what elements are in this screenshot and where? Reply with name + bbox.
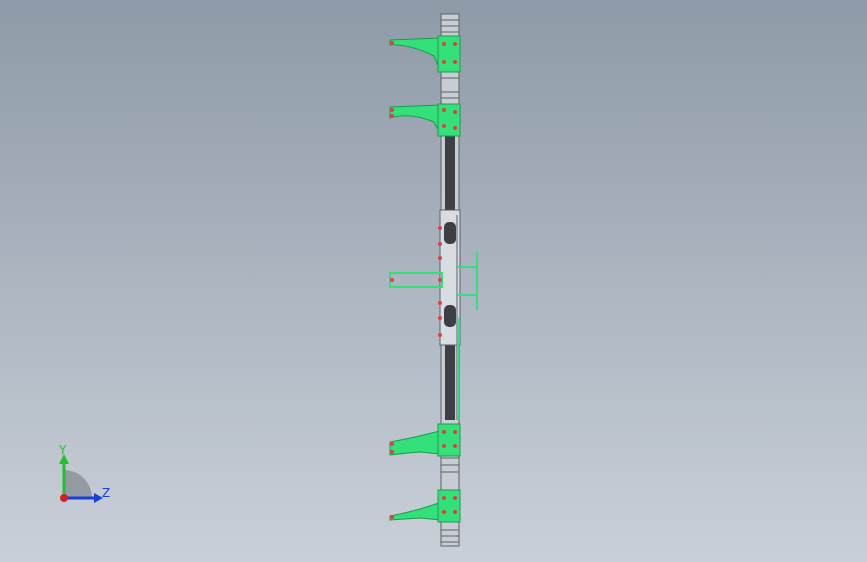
triad-plane [64,470,92,498]
z-axis-label: Z [102,486,111,500]
cad-graphics-viewport[interactable]: Y Z [0,0,867,562]
bracket-middle [389,252,478,420]
bracket-upper [389,103,461,137]
bracket-bottom [389,489,461,523]
carriage-roller-top [444,222,456,244]
bracket-lower [389,423,461,457]
bracket-top [389,35,461,73]
assembly-model[interactable] [0,0,867,562]
x-axis-origin [60,494,68,502]
carriage-roller-bottom [444,305,456,327]
y-axis-label: Y [59,443,67,457]
